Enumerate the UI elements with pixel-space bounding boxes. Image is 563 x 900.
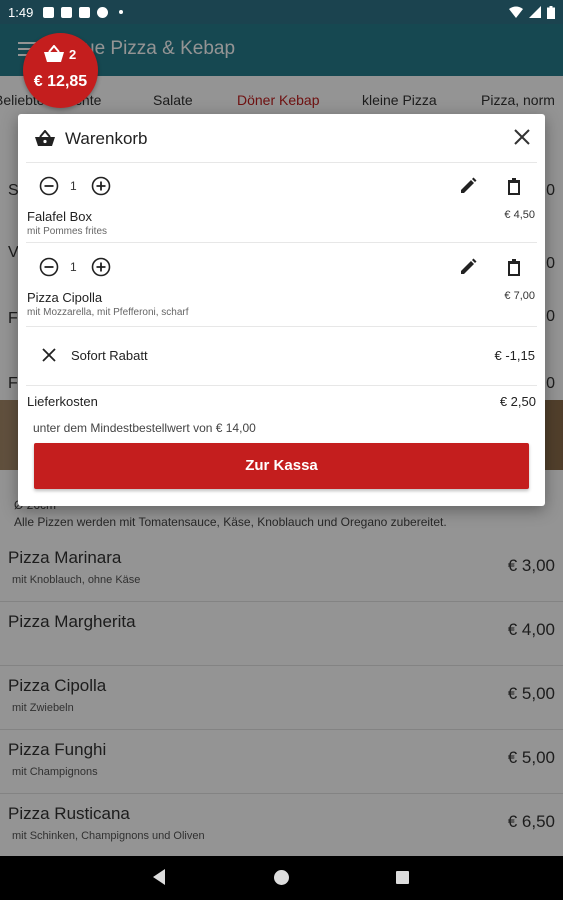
checkout-button[interactable]: Zur Kassa — [34, 443, 529, 489]
cart-badge[interactable]: 2 € 12,85 — [23, 33, 98, 108]
plus-circle-icon[interactable] — [91, 257, 111, 277]
minimum-order-note: unter dem Mindestbestellwert von € 14,00 — [33, 421, 256, 435]
system-nav-bar — [0, 856, 563, 900]
divider — [26, 326, 537, 327]
item-quantity: 1 — [70, 179, 77, 193]
signal-icon — [529, 6, 541, 18]
wifi-icon — [509, 6, 523, 18]
item-price: € 7,00 — [504, 290, 535, 302]
delivery-row: Lieferkosten € 2,50 — [27, 394, 536, 409]
delivery-value: € 2,50 — [499, 394, 536, 409]
divider — [26, 385, 537, 386]
item-options: mit Mozzarella, mit Pfefferoni, scharf — [27, 307, 189, 318]
divider — [26, 242, 537, 243]
home-icon[interactable] — [274, 870, 289, 885]
status-bar: 1:49 — [0, 0, 563, 24]
close-icon[interactable] — [513, 128, 531, 146]
basket-icon — [44, 45, 64, 62]
more-notifications-icon — [119, 10, 124, 14]
edit-pencil-icon[interactable] — [458, 176, 478, 196]
cart-dialog: Warenkorb 1 Falafel Box mit Pommes frite… — [18, 114, 545, 506]
recents-icon[interactable] — [396, 871, 409, 884]
edit-pencil-icon[interactable] — [458, 257, 478, 277]
discount-value: € -1,15 — [494, 348, 535, 363]
item-price: € 4,50 — [504, 209, 535, 221]
trash-icon[interactable] — [504, 176, 524, 196]
item-quantity: 1 — [70, 260, 77, 274]
status-time: 1:49 — [8, 4, 34, 20]
minus-circle-icon[interactable] — [39, 176, 59, 196]
cart-count: 2 — [69, 47, 77, 62]
cart-total: € 12,85 — [33, 73, 88, 90]
close-icon[interactable] — [42, 348, 56, 362]
battery-icon — [547, 5, 555, 19]
basket-icon — [35, 130, 55, 146]
notification-icon — [79, 6, 91, 18]
back-icon[interactable] — [153, 869, 165, 885]
delivery-label: Lieferkosten — [27, 394, 98, 409]
item-name: Pizza Cipolla — [27, 290, 103, 305]
dialog-header: Warenkorb — [18, 114, 545, 162]
notification-icon — [97, 6, 109, 18]
discount-row: Sofort Rabatt € -1,15 — [18, 340, 545, 372]
discount-label: Sofort Rabatt — [71, 348, 148, 363]
item-name: Falafel Box — [27, 209, 93, 224]
trash-icon[interactable] — [504, 257, 524, 277]
dialog-title: Warenkorb — [65, 129, 148, 148]
notification-icon — [61, 6, 73, 18]
item-options: mit Pommes frites — [27, 226, 108, 237]
minus-circle-icon[interactable] — [39, 257, 59, 277]
divider — [26, 162, 537, 163]
notification-icon — [43, 6, 55, 18]
plus-circle-icon[interactable] — [91, 176, 111, 196]
